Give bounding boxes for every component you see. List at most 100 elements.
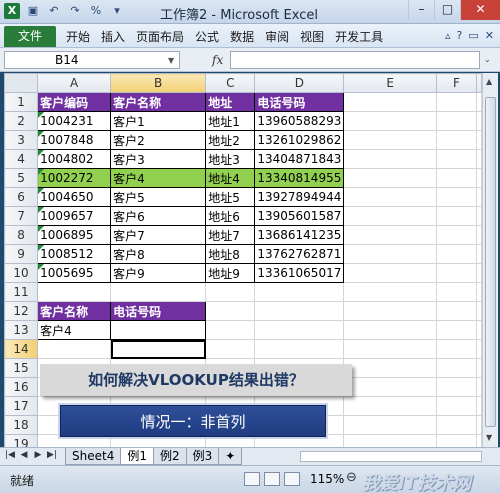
window-close-icon[interactable]: ✕ (485, 29, 494, 42)
cell-x5[interactable] (476, 168, 482, 188)
cell-f16[interactable] (435, 377, 478, 397)
zoom-out-icon[interactable]: ⊖ (346, 470, 357, 485)
cell-e3[interactable] (343, 130, 437, 150)
cell-x2[interactable] (476, 111, 482, 131)
cell-b3[interactable]: 客户2 (110, 130, 207, 150)
cell-x1[interactable] (476, 92, 482, 112)
first-sheet-icon[interactable]: |◀ (4, 450, 16, 460)
cell-e9[interactable] (343, 244, 437, 264)
cell-c14[interactable] (205, 339, 256, 359)
cell-c5[interactable]: 地址4 (205, 168, 256, 188)
cell-d6[interactable]: 13927894944 (254, 187, 345, 207)
cell-e1[interactable] (343, 92, 437, 112)
cell-d13[interactable] (254, 320, 345, 340)
page-break-view-icon[interactable] (284, 472, 300, 486)
cell-x17[interactable] (476, 396, 482, 416)
cell-c3[interactable]: 地址2 (205, 130, 256, 150)
cell-b9[interactable]: 客户8 (110, 244, 207, 264)
cell-e10[interactable] (343, 263, 437, 283)
row-header-17[interactable]: 17 (4, 396, 39, 416)
cell-b5[interactable]: 客户4 (110, 168, 207, 188)
cell-b13[interactable] (110, 320, 207, 340)
cell-e14[interactable] (343, 339, 437, 359)
tab-file[interactable]: 文件 (4, 26, 56, 47)
cell-e11[interactable] (343, 282, 437, 302)
cell-e6[interactable] (343, 187, 437, 207)
row-header-11[interactable]: 11 (4, 282, 39, 302)
column-header-e[interactable]: E (343, 73, 437, 93)
cell-x14[interactable] (476, 339, 482, 359)
cell-d12[interactable] (254, 301, 345, 321)
tab-insert[interactable]: 插入 (101, 28, 125, 45)
cell-b14[interactable] (110, 339, 207, 359)
cell-e7[interactable] (343, 206, 437, 226)
scroll-up-icon[interactable]: ▲ (486, 77, 492, 86)
row-header-3[interactable]: 3 (4, 130, 39, 150)
horizontal-scrollbar[interactable] (300, 451, 482, 462)
cell-f4[interactable] (435, 149, 478, 169)
cell-a3[interactable]: 1007848 (37, 130, 112, 150)
cell-d5[interactable]: 13340814955 (254, 168, 345, 188)
cell-a6[interactable]: 1004650 (37, 187, 112, 207)
cell-d4[interactable]: 13404871843 (254, 149, 345, 169)
row-header-18[interactable]: 18 (4, 415, 39, 435)
cell-e4[interactable] (343, 149, 437, 169)
cell-x4[interactable] (476, 149, 482, 169)
normal-view-icon[interactable] (244, 472, 260, 486)
cell-d2[interactable]: 13960588293 (254, 111, 345, 131)
cell-e17[interactable] (343, 396, 437, 416)
cell-a1[interactable]: 客户编码 (37, 92, 112, 112)
insert-sheet-icon[interactable]: ✦ (218, 448, 243, 465)
row-header-15[interactable]: 15 (4, 358, 39, 378)
formula-input[interactable] (230, 51, 480, 69)
cell-a11[interactable] (37, 282, 112, 302)
zoom-level[interactable]: 115% (310, 472, 344, 486)
cell-x6[interactable] (476, 187, 482, 207)
cell-c11[interactable] (205, 282, 256, 302)
cell-d10[interactable]: 13361065017 (254, 263, 345, 283)
cell-e19[interactable] (343, 434, 437, 447)
sheet-tab-1[interactable]: Sheet4 (65, 448, 122, 465)
expand-formula-bar-icon[interactable]: ⌄ (484, 55, 491, 64)
window-restore-icon[interactable]: ▭ (468, 29, 478, 42)
select-all-corner[interactable] (4, 73, 39, 93)
cell-c7[interactable]: 地址6 (205, 206, 256, 226)
cell-d1[interactable]: 电话号码 (254, 92, 345, 112)
cell-a13[interactable]: 客户4 (37, 320, 112, 340)
cell-f6[interactable] (435, 187, 478, 207)
cell-f7[interactable] (435, 206, 478, 226)
cell-c4[interactable]: 地址3 (205, 149, 256, 169)
cell-f3[interactable] (435, 130, 478, 150)
column-header-c[interactable]: C (205, 73, 256, 93)
sheet-tab-3[interactable]: 例2 (152, 448, 187, 465)
cell-d7[interactable]: 13905601587 (254, 206, 345, 226)
cell-a5[interactable]: 1002272 (37, 168, 112, 188)
tab-formulas[interactable]: 公式 (195, 28, 219, 45)
cell-b7[interactable]: 客户6 (110, 206, 207, 226)
minimize-button[interactable]: – (408, 0, 434, 20)
cell-a12[interactable]: 客户名称 (37, 301, 112, 321)
name-box-dropdown-icon[interactable]: ▼ (168, 56, 174, 65)
cell-f1[interactable] (435, 92, 478, 112)
cell-b6[interactable]: 客户5 (110, 187, 207, 207)
cell-d3[interactable]: 13261029862 (254, 130, 345, 150)
cell-f14[interactable] (435, 339, 478, 359)
cell-c8[interactable]: 地址7 (205, 225, 256, 245)
close-button[interactable]: ✕ (460, 0, 500, 20)
row-header-10[interactable]: 10 (4, 263, 39, 283)
cell-d14[interactable] (254, 339, 345, 359)
cell-b10[interactable]: 客户9 (110, 263, 207, 283)
last-sheet-icon[interactable]: ▶| (46, 450, 58, 460)
cell-x13[interactable] (476, 320, 482, 340)
row-header-14[interactable]: 14 (4, 339, 39, 359)
row-header-2[interactable]: 2 (4, 111, 39, 131)
undo-icon[interactable]: ↶ (46, 3, 62, 19)
row-header-12[interactable]: 12 (4, 301, 39, 321)
cell-f11[interactable] (435, 282, 478, 302)
cell-b11[interactable] (110, 282, 207, 302)
cell-e16[interactable] (343, 377, 437, 397)
cell-a9[interactable]: 1008512 (37, 244, 112, 264)
cell-f19[interactable] (435, 434, 478, 447)
name-box[interactable]: B14 (4, 51, 180, 69)
row-header-8[interactable]: 8 (4, 225, 39, 245)
